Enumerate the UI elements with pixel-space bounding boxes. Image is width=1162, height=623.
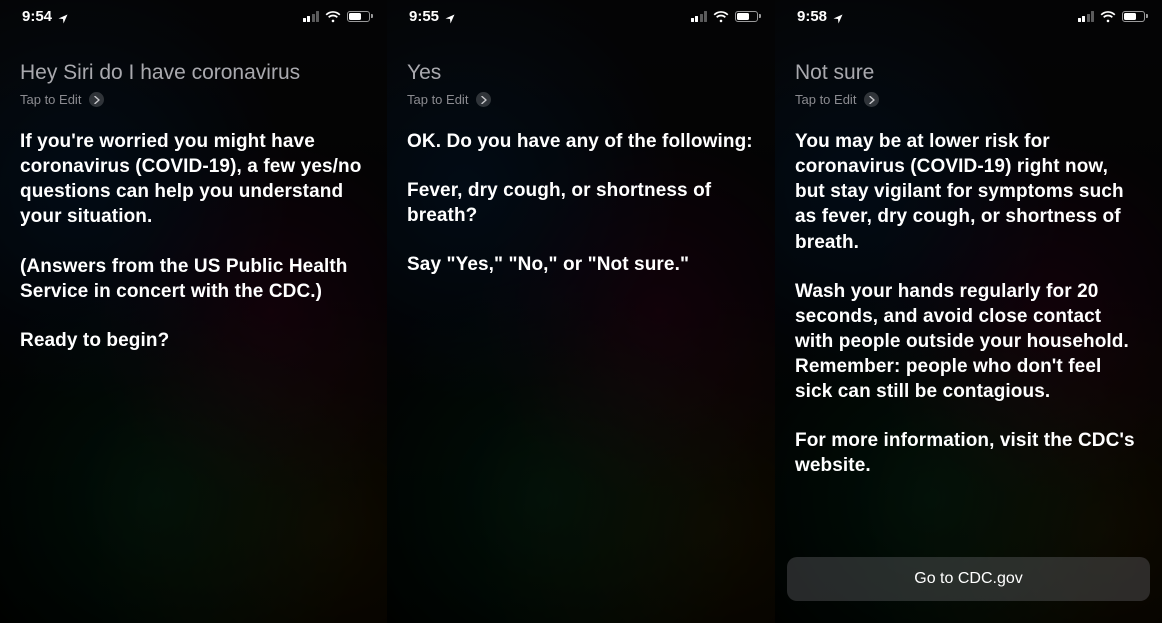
status-time: 9:55	[409, 8, 439, 25]
response-paragraph: For more information, visit the CDC's we…	[795, 428, 1142, 478]
response-paragraph: Ready to begin?	[20, 328, 367, 353]
siri-query-text: Hey Siri do I have coronavirus	[20, 60, 367, 86]
tap-to-edit-button[interactable]: Tap to Edit	[795, 92, 879, 107]
response-paragraph: If you're worried you might have coronav…	[20, 129, 367, 229]
cellular-signal-icon	[1078, 11, 1095, 22]
battery-icon	[735, 11, 761, 22]
cellular-signal-icon	[303, 11, 320, 22]
siri-query-block: Hey Siri do I have coronavirus Tap to Ed…	[0, 28, 387, 117]
chevron-right-icon	[476, 92, 491, 107]
wifi-icon	[1100, 10, 1116, 22]
status-bar: 9:55	[387, 0, 775, 28]
siri-screen-2: 9:55 Yes Tap to Edit OK. Do you	[387, 0, 775, 623]
tap-to-edit-button[interactable]: Tap to Edit	[20, 92, 104, 107]
chevron-right-icon	[864, 92, 879, 107]
siri-query-block: Not sure Tap to Edit	[775, 28, 1162, 117]
chevron-right-icon	[89, 92, 104, 107]
siri-query-block: Yes Tap to Edit	[387, 28, 775, 117]
tap-to-edit-label: Tap to Edit	[795, 92, 856, 107]
battery-icon	[347, 11, 373, 22]
response-paragraph: Wash your hands regularly for 20 seconds…	[795, 279, 1142, 404]
siri-query-text: Not sure	[795, 60, 1142, 86]
tap-to-edit-label: Tap to Edit	[20, 92, 81, 107]
status-time: 9:54	[22, 8, 52, 25]
cellular-signal-icon	[691, 11, 708, 22]
location-icon	[445, 11, 455, 21]
location-icon	[833, 11, 843, 21]
wifi-icon	[325, 10, 341, 22]
siri-screen-1: 9:54 Hey Siri do I have coronavirus Tap …	[0, 0, 387, 623]
response-paragraph: OK. Do you have any of the following:	[407, 129, 755, 154]
siri-screen-3: 9:58 Not sure Tap to Edit You ma	[775, 0, 1162, 623]
response-paragraph: You may be at lower risk for coronavirus…	[795, 129, 1142, 254]
response-paragraph: Fever, dry cough, or shortness of breath…	[407, 178, 755, 228]
tap-to-edit-button[interactable]: Tap to Edit	[407, 92, 491, 107]
siri-response: You may be at lower risk for coronavirus…	[775, 117, 1162, 478]
go-to-cdc-button[interactable]: Go to CDC.gov	[787, 557, 1150, 601]
siri-response: If you're worried you might have coronav…	[0, 117, 387, 353]
battery-icon	[1122, 11, 1148, 22]
response-paragraph: Say "Yes," "No," or "Not sure."	[407, 252, 755, 277]
siri-query-text: Yes	[407, 60, 755, 86]
tap-to-edit-label: Tap to Edit	[407, 92, 468, 107]
status-bar: 9:54	[0, 0, 387, 28]
location-icon	[58, 11, 68, 21]
siri-response: OK. Do you have any of the following: Fe…	[387, 117, 775, 277]
status-time: 9:58	[797, 8, 827, 25]
response-paragraph: (Answers from the US Public Health Servi…	[20, 254, 367, 304]
wifi-icon	[713, 10, 729, 22]
status-bar: 9:58	[775, 0, 1162, 28]
